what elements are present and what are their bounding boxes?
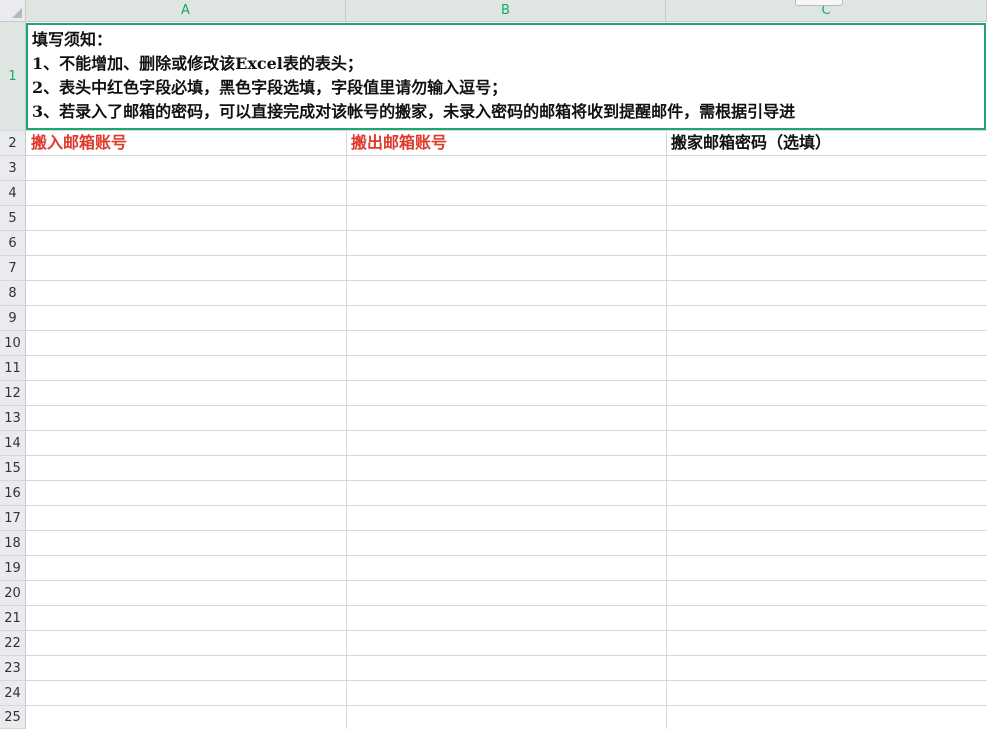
row-header-9[interactable]: 9 (0, 306, 26, 331)
grid-line (26, 255, 987, 256)
floating-tab-icon[interactable] (795, 0, 843, 6)
grid-line (26, 505, 987, 506)
row-header-15[interactable]: 15 (0, 456, 26, 481)
row-header-23[interactable]: 23 (0, 656, 26, 681)
row-header-16[interactable]: 16 (0, 481, 26, 506)
grid-line (26, 355, 987, 356)
row-header-6[interactable]: 6 (0, 231, 26, 256)
grid-line (26, 305, 987, 306)
grid-line (26, 405, 987, 406)
select-all-corner[interactable] (0, 0, 26, 22)
grid-line (26, 480, 987, 481)
row-header-1[interactable]: 1 (0, 22, 26, 131)
spreadsheet: A B C 1 2 3 4 5 6 7 8 9 10 11 12 13 14 1… (0, 0, 987, 729)
grid-line (26, 155, 987, 156)
grid-line (26, 605, 987, 606)
row-header-14[interactable]: 14 (0, 431, 26, 456)
header-cell-b2[interactable]: 搬出邮箱账号 (346, 131, 666, 155)
row-header-13[interactable]: 13 (0, 406, 26, 431)
notice-line-1: 1、不能增加、删除或修改该Excel表的表头； (32, 54, 363, 73)
grid-line (26, 630, 987, 631)
notice-cell-a1[interactable]: 填写须知： 1、不能增加、删除或修改该Excel表的表头； 2、表头中红色字段必… (26, 23, 986, 130)
row-header-24[interactable]: 24 (0, 681, 26, 706)
row-header-4[interactable]: 4 (0, 181, 26, 206)
row-header-2[interactable]: 2 (0, 131, 26, 156)
grid-line (26, 230, 987, 231)
row-header-12[interactable]: 12 (0, 381, 26, 406)
grid-line (26, 205, 987, 206)
grid-line (26, 530, 987, 531)
grid-line (26, 655, 987, 656)
row-header-18[interactable]: 18 (0, 531, 26, 556)
grid-line (26, 280, 987, 281)
grid-line (26, 555, 987, 556)
row-header-22[interactable]: 22 (0, 631, 26, 656)
grid-line (26, 330, 987, 331)
row-header-17[interactable]: 17 (0, 506, 26, 531)
grid-line (26, 455, 987, 456)
column-header-a[interactable]: A (26, 0, 346, 22)
grid-line (26, 705, 987, 706)
notice-line-3: 3、若录入了邮箱的密码，可以直接完成对该帐号的搬家，未录入密码的邮箱将收到提醒邮… (32, 102, 796, 121)
header-cell-c2[interactable]: 搬家邮箱密码（选填） (666, 131, 986, 155)
row-header-25[interactable]: 25 (0, 706, 26, 729)
corner-triangle-icon (12, 8, 22, 18)
grid-line (26, 380, 987, 381)
header-cell-a2[interactable]: 搬入邮箱账号 (26, 131, 346, 155)
row-header-20[interactable]: 20 (0, 581, 26, 606)
row-header-8[interactable]: 8 (0, 281, 26, 306)
column-header-b[interactable]: B (346, 0, 666, 22)
row-header-21[interactable]: 21 (0, 606, 26, 631)
column-headers: A B C (26, 0, 987, 22)
row-header-10[interactable]: 10 (0, 331, 26, 356)
grid-line (26, 680, 987, 681)
row-header-11[interactable]: 11 (0, 356, 26, 381)
row-header-5[interactable]: 5 (0, 206, 26, 231)
notice-line-2: 2、表头中红色字段必填，黑色字段选填，字段值里请勿输入逗号； (32, 78, 508, 97)
grid-line (26, 430, 987, 431)
notice-title: 填写须知： (32, 30, 113, 49)
row-header-3[interactable]: 3 (0, 156, 26, 181)
grid-line (26, 580, 987, 581)
row-header-7[interactable]: 7 (0, 256, 26, 281)
row-header-19[interactable]: 19 (0, 556, 26, 581)
grid-line (26, 180, 987, 181)
